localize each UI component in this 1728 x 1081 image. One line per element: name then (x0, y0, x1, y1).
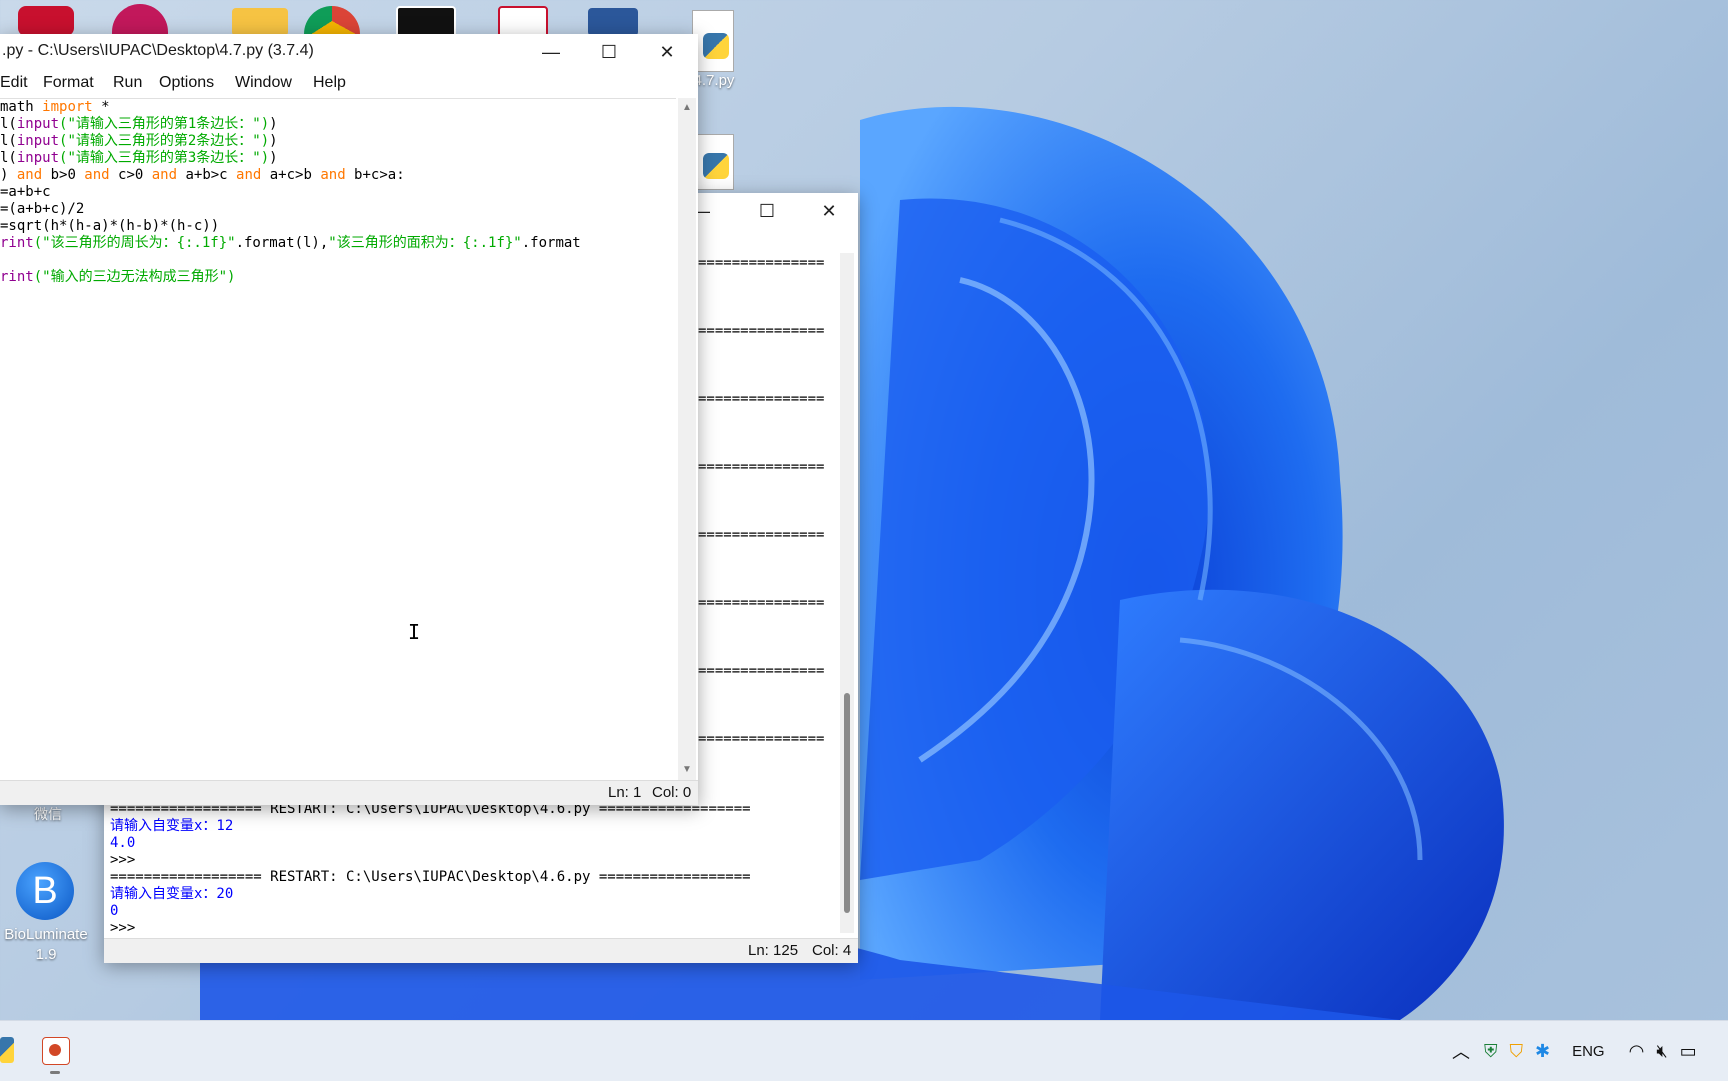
close-button[interactable]: ✕ (800, 193, 858, 229)
maximize-button[interactable]: ☐ (738, 193, 796, 229)
acrobat-icon[interactable] (18, 6, 74, 36)
menu-edit[interactable]: Edit (0, 74, 28, 92)
powerpoint-taskbar-icon[interactable] (42, 1037, 70, 1065)
editor-title: .py - C:\Users\IUPAC\Desktop\4.7.py (3.7… (2, 42, 314, 59)
language-indicator[interactable]: ENG (1572, 1043, 1605, 1060)
folder-icon[interactable] (232, 8, 288, 36)
shell-separator-line: =============== (698, 391, 825, 407)
shell-output[interactable]: ================== RESTART: C:\Users\IUP… (110, 801, 751, 937)
python-file-icon[interactable] (692, 10, 734, 72)
scroll-up-arrow-icon[interactable]: ▲ (682, 102, 692, 113)
editor-window[interactable]: .py - C:\Users\IUPAC\Desktop\4.7.py (3.7… (0, 34, 698, 805)
wechat-label: 微信 (34, 806, 62, 822)
shell-scroll-thumb[interactable] (844, 693, 850, 913)
shell-separator-line: =============== (698, 595, 825, 611)
shell-separator-line: =============== (698, 663, 825, 679)
close-button[interactable]: ✕ (638, 34, 696, 70)
shell-status-ln: Ln: 125 (748, 942, 799, 959)
python-logo-icon (703, 33, 729, 59)
text-cursor-icon: I (408, 620, 421, 644)
editor-status-col: Col: 0 (652, 784, 692, 801)
bioluminate-icon[interactable]: B (16, 862, 74, 920)
code-line: l(input("请输入三角形的第2条边长：")) (0, 133, 278, 149)
bluetooth-app-icon[interactable]: ✱ (1535, 1041, 1550, 1062)
menu-options[interactable]: Options (159, 74, 214, 92)
taskbar: ︿ ⛨ ⛉ ✱ ENG ◠ 🔇︎ ▭ (0, 1020, 1728, 1081)
system-tray: ︿ ⛨ ⛉ ✱ ENG ◠ 🔇︎ ▭ (1452, 1021, 1697, 1081)
editor-scrollbar[interactable]: ▲ ▼ (678, 98, 696, 780)
show-hidden-icons-icon[interactable]: ︿ (1452, 1038, 1470, 1064)
code-line: =(a+b+c)/2 (0, 201, 85, 217)
bioluminate-label: BioLuminate (4, 926, 88, 943)
minimize-button[interactable]: — (522, 34, 580, 70)
menu-window[interactable]: Window (235, 74, 292, 92)
bioluminate-version: 1.9 (35, 946, 57, 963)
code-line: rint("该三角形的周长为：{:.1f}".format(l),"该三角形的面… (0, 235, 581, 251)
editor-statusbar: Ln: 1 Col: 0 (0, 780, 698, 805)
battery-icon[interactable]: ▭ (1680, 1041, 1697, 1062)
shell-line: 请输入自变量x：12 (110, 818, 234, 834)
code-line: rint("输入的三边无法构成三角形") (0, 269, 236, 285)
shell-line: >>> (110, 852, 136, 868)
volume-muted-icon[interactable]: 🔇︎ (1656, 1041, 1667, 1062)
code-line: =a+b+c (0, 184, 51, 200)
shell-separator-line: =============== (698, 459, 825, 475)
editor-code-area[interactable]: math import * l(input("请输入三角形的第1条边长：")) l(… (0, 99, 581, 286)
python-file-2-icon[interactable] (692, 134, 734, 190)
menu-run[interactable]: Run (113, 74, 142, 92)
code-line: math import * (0, 99, 110, 115)
python-logo-icon (703, 153, 729, 179)
vpn-shield-icon[interactable]: ⛉ (1510, 1041, 1524, 1062)
shell-line: >>> (110, 920, 136, 936)
scroll-down-arrow-icon[interactable]: ▼ (682, 764, 692, 775)
editor-titlebar[interactable]: .py - C:\Users\IUPAC\Desktop\4.7.py (3.7… (0, 34, 698, 70)
shell-statusbar: Ln: 125 Col: 4 (104, 938, 858, 963)
shell-line: 请输入自变量x：20 (110, 886, 234, 902)
shell-status-col: Col: 4 (812, 942, 852, 959)
shell-separator-line: =============== (698, 323, 825, 339)
shell-separator-line: =============== (698, 255, 825, 271)
shell-scrollbar[interactable] (840, 253, 854, 933)
defender-icon[interactable]: ⛨ (1484, 1041, 1498, 1062)
shell-separator-line: =============== (698, 527, 825, 543)
code-line: ) and b>0 and c>0 and a+b>c and a+c>b an… (0, 167, 405, 183)
shell-line: 4.0 (110, 835, 136, 851)
python-taskbar-icon[interactable] (0, 1037, 14, 1063)
wifi-icon[interactable]: ◠ (1629, 1041, 1645, 1062)
editor-status-ln: Ln: 1 (608, 784, 642, 801)
maximize-button[interactable]: ☐ (580, 34, 638, 70)
menu-help[interactable]: Help (313, 74, 346, 92)
taskbar-active-indicator (50, 1071, 60, 1074)
code-line: l(input("请输入三角形的第3条边长：")) (0, 150, 278, 166)
editor-menubar: Edit Format Run Options Window Help (0, 70, 698, 98)
code-line: =sqrt(h*(h-a)*(h-b)*(h-c)) (0, 218, 220, 234)
menu-format[interactable]: Format (43, 74, 94, 92)
shell-line: 0 (110, 903, 119, 919)
shell-separator-line: =============== (698, 731, 825, 747)
word-icon[interactable] (588, 8, 638, 36)
code-line: l(input("请输入三角形的第1条边长：")) (0, 116, 278, 132)
shell-line: ================== RESTART: C:\Users\IUP… (110, 869, 751, 885)
